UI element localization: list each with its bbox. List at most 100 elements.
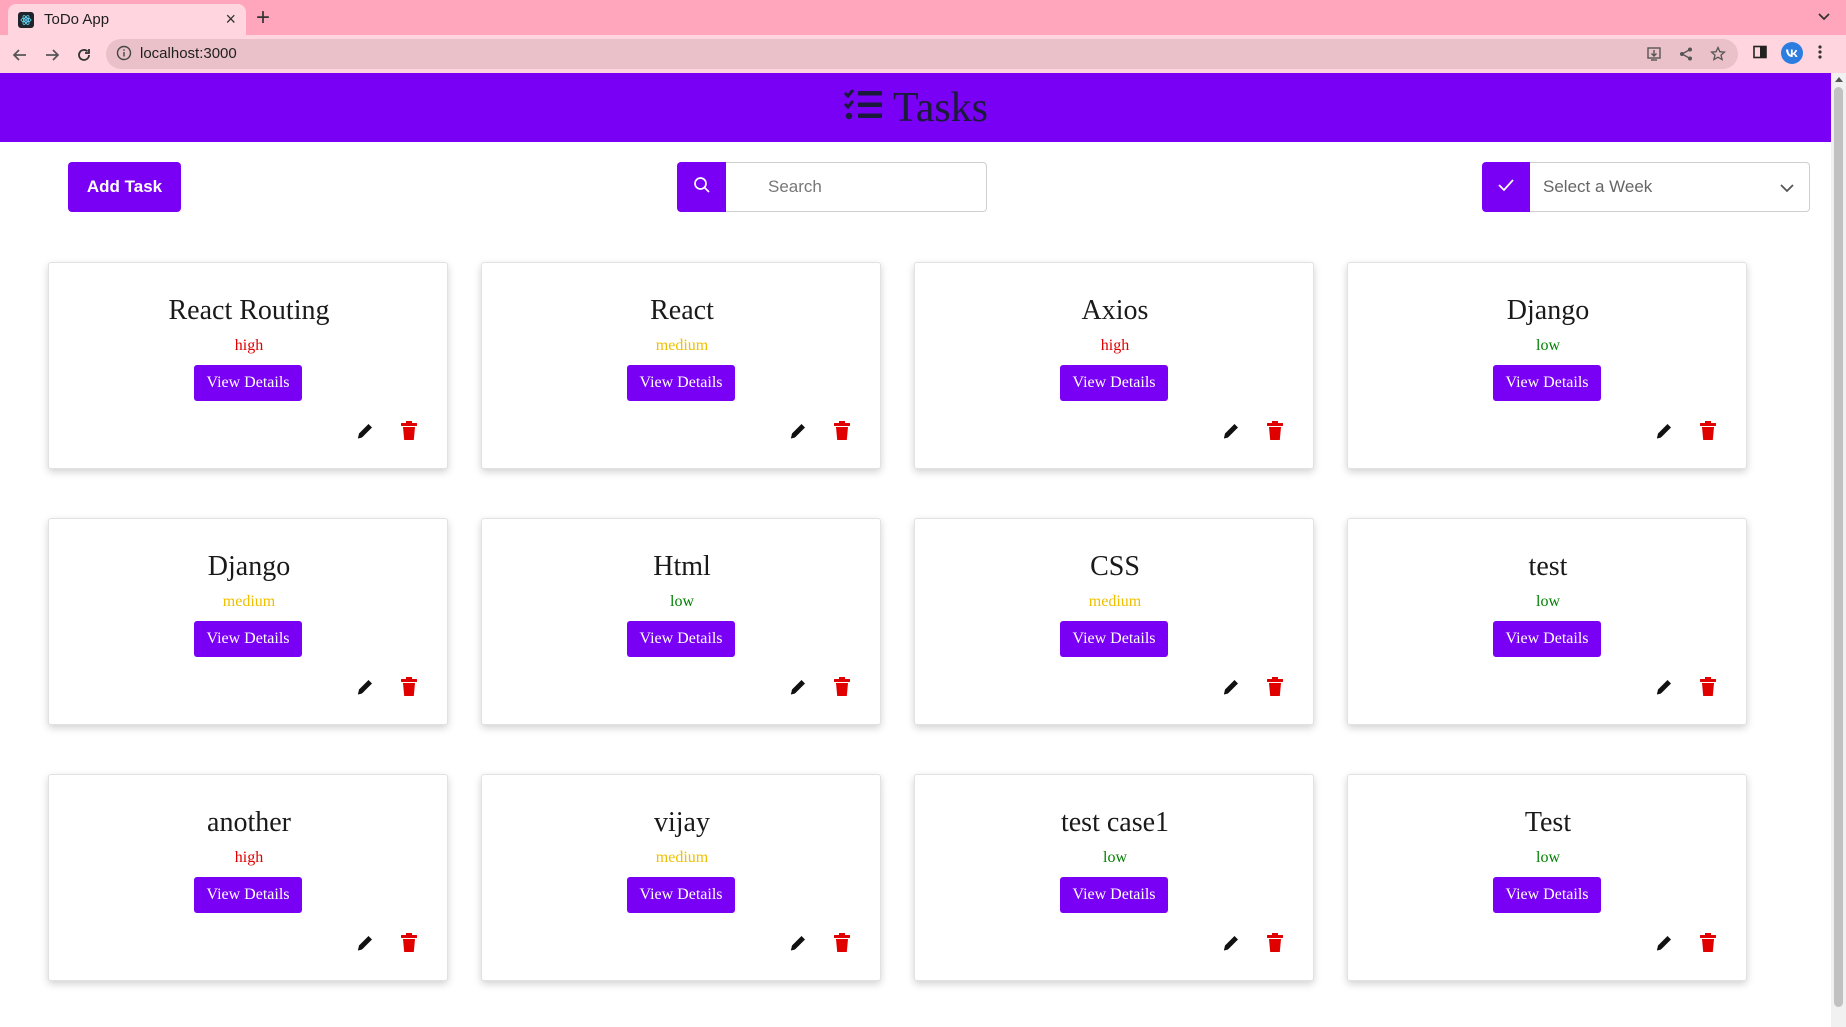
task-title: Django [1506,295,1590,326]
delete-trash-icon[interactable] [1266,421,1284,441]
side-panel-icon[interactable] [1752,44,1768,65]
task-priority: medium [1088,593,1142,610]
edit-pencil-icon[interactable] [1654,933,1674,953]
delete-trash-icon[interactable] [1699,677,1717,697]
task-priority: low [1536,593,1560,610]
search-icon [693,176,711,199]
task-priority: low [1536,849,1560,866]
edit-pencil-icon[interactable] [1221,933,1241,953]
view-details-button[interactable]: View Details [194,365,302,401]
install-app-icon[interactable] [1646,46,1662,67]
search-button[interactable] [677,162,726,212]
edit-pencil-icon[interactable] [1221,677,1241,697]
task-priority: high [1100,337,1130,354]
tab-close-icon[interactable]: × [225,9,236,29]
browser-tab-strip: ToDo App × + [0,0,1846,35]
app-header: Tasks [0,73,1831,142]
task-title: Html [653,551,711,582]
tasks-list-icon [843,88,883,127]
task-priority: medium [222,593,276,610]
task-card: React medium View Details [481,262,881,469]
task-title: Django [207,551,291,582]
view-details-button[interactable]: View Details [627,365,735,401]
task-card: test low View Details [1347,518,1747,725]
view-details-button[interactable]: View Details [1493,621,1601,657]
delete-trash-icon[interactable] [400,421,418,441]
task-card: Django medium View Details [48,518,448,725]
delete-trash-icon[interactable] [400,933,418,953]
edit-pencil-icon[interactable] [355,933,375,953]
task-card: Axios high View Details [914,262,1314,469]
new-tab-button[interactable]: + [256,4,270,32]
task-card: React Routing high View Details [48,262,448,469]
bookmark-star-icon[interactable] [1709,45,1727,67]
edit-pencil-icon[interactable] [788,677,808,697]
edit-pencil-icon[interactable] [788,933,808,953]
edit-pencil-icon[interactable] [355,421,375,441]
edit-pencil-icon[interactable] [1654,421,1674,441]
forward-arrow-icon[interactable] [41,44,63,66]
week-filter-button[interactable] [1482,162,1530,212]
edit-pencil-icon[interactable] [1654,677,1674,697]
week-select[interactable]: Select a Week [1530,162,1810,212]
tab-search-chevron-icon[interactable] [1816,8,1832,29]
view-details-button[interactable]: View Details [1060,877,1168,913]
scrollbar-thumb[interactable] [1834,87,1843,1007]
task-card: Django low View Details [1347,262,1747,469]
address-bar[interactable]: localhost:3000 [106,39,1738,69]
task-card: vijay medium View Details [481,774,881,981]
search-input[interactable] [726,162,987,212]
chevron-down-icon [1779,181,1795,199]
site-info-icon[interactable] [116,45,132,66]
view-details-button[interactable]: View Details [1493,365,1601,401]
back-arrow-icon[interactable] [9,44,31,66]
reload-icon[interactable] [73,44,95,66]
delete-trash-icon[interactable] [1699,421,1717,441]
view-details-button[interactable]: View Details [1060,621,1168,657]
task-title: React [650,295,714,326]
page-scrollbar[interactable] [1831,73,1846,1027]
view-details-button[interactable]: View Details [1493,877,1601,913]
page-title: Tasks [892,84,989,131]
view-details-button[interactable]: View Details [627,621,735,657]
edit-pencil-icon[interactable] [355,677,375,697]
check-icon [1497,178,1515,197]
delete-trash-icon[interactable] [1699,933,1717,953]
task-card: Test low View Details [1347,774,1747,981]
task-card: Html low View Details [481,518,881,725]
delete-trash-icon[interactable] [833,421,851,441]
add-task-button[interactable]: Add Task [68,162,181,212]
task-card: another high View Details [48,774,448,981]
tab-title: ToDo App [44,11,110,28]
browser-tab[interactable]: ToDo App × [8,4,246,35]
task-priority: medium [655,849,709,866]
task-title: vijay [654,807,710,838]
task-title: another [207,807,291,838]
share-icon[interactable] [1678,46,1694,67]
delete-trash-icon[interactable] [400,677,418,697]
address-url: localhost:3000 [140,45,237,62]
view-details-button[interactable]: View Details [627,877,735,913]
task-card: test case1 low View Details [914,774,1314,981]
week-filter: Select a Week [1482,162,1810,212]
task-card: CSS medium View Details [914,518,1314,725]
delete-trash-icon[interactable] [1266,677,1284,697]
view-details-button[interactable]: View Details [194,621,302,657]
task-priority: low [670,593,694,610]
delete-trash-icon[interactable] [833,933,851,953]
week-select-value: Select a Week [1543,177,1653,196]
vk-extension-icon[interactable] [1781,42,1803,69]
delete-trash-icon[interactable] [1266,933,1284,953]
browser-menu-icon[interactable] [1816,44,1824,65]
task-title: CSS [1090,551,1140,582]
task-title: test [1528,551,1568,582]
view-details-button[interactable]: View Details [1060,365,1168,401]
edit-pencil-icon[interactable] [788,421,808,441]
scroll-up-arrow-icon[interactable] [1835,77,1843,82]
view-details-button[interactable]: View Details [194,877,302,913]
task-title: Test [1524,807,1572,838]
delete-trash-icon[interactable] [833,677,851,697]
task-title: React Routing [168,295,330,326]
edit-pencil-icon[interactable] [1221,421,1241,441]
task-priority: low [1536,337,1560,354]
